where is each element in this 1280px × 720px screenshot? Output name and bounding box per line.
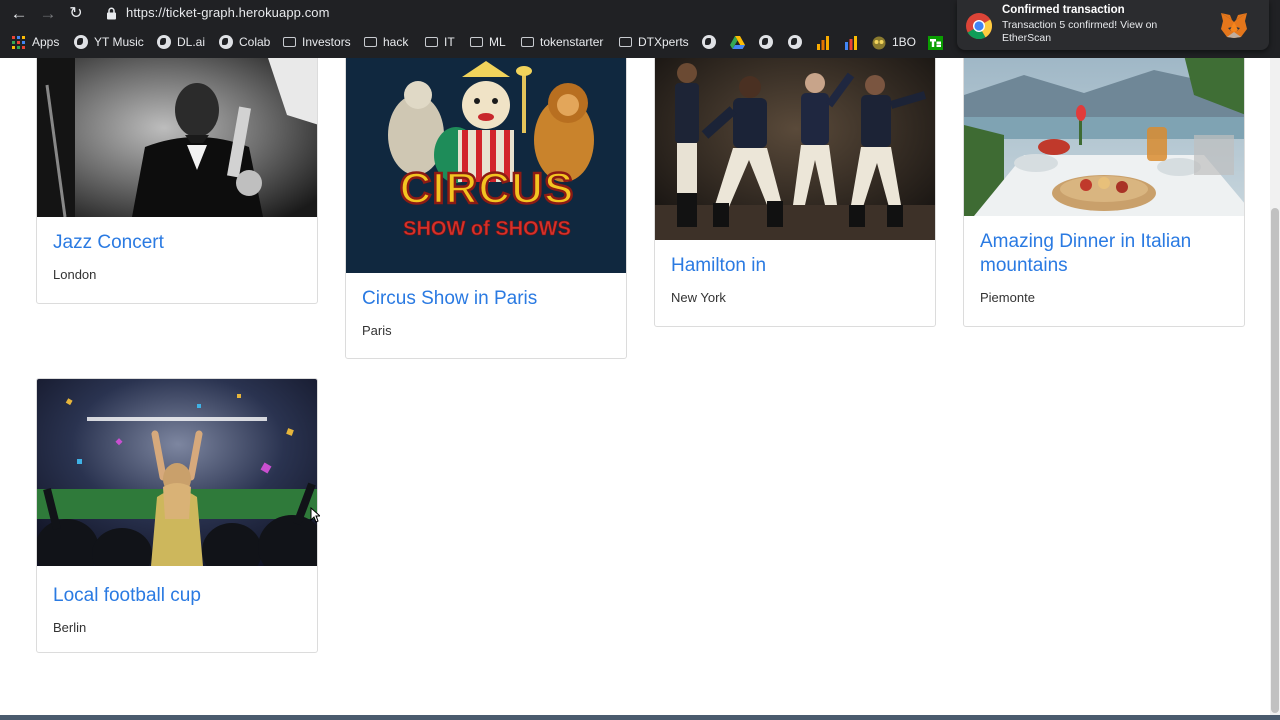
folder-icon bbox=[364, 36, 377, 47]
event-title[interactable]: Hamilton in bbox=[671, 254, 921, 278]
scrollbar-thumb[interactable] bbox=[1271, 208, 1279, 713]
event-city: Piemonte bbox=[980, 290, 1035, 305]
bookmark-label: 1BO bbox=[892, 35, 917, 49]
event-image-hamilton[interactable] bbox=[655, 58, 935, 240]
globe-icon bbox=[759, 34, 773, 49]
data-studio-icon bbox=[845, 35, 857, 50]
event-card-hamilton[interactable]: Hamilton in New York bbox=[654, 58, 936, 327]
bookmark-label: ML bbox=[489, 35, 506, 49]
bookmark-drive[interactable] bbox=[730, 32, 751, 52]
mouse-cursor-icon bbox=[310, 507, 320, 523]
event-title[interactable]: Jazz Concert bbox=[53, 231, 303, 255]
google-drive-icon bbox=[730, 36, 745, 50]
bookmark-analytics[interactable] bbox=[816, 32, 836, 52]
folder-icon bbox=[283, 36, 296, 47]
bookmark-label: YT Music bbox=[94, 35, 144, 49]
globe-icon bbox=[219, 34, 233, 49]
folder-icon bbox=[425, 36, 438, 47]
chrome-logo-icon bbox=[966, 13, 993, 40]
owl-icon bbox=[872, 36, 886, 50]
bookmark-data-studio[interactable] bbox=[844, 32, 864, 52]
address-bar[interactable]: https://ticket-graph.herokuapp.com bbox=[126, 5, 330, 20]
bookmark-label: Apps bbox=[32, 35, 60, 49]
bookmark-apps[interactable]: Apps bbox=[12, 32, 59, 52]
event-card-circus[interactable]: CIRCUS SHOW of SHOWS Circus Show in Pari… bbox=[345, 58, 627, 359]
folder-icon bbox=[619, 36, 632, 47]
bookmark-dl-ai[interactable]: DL.ai bbox=[157, 32, 205, 52]
bookmark-globe-2[interactable] bbox=[759, 32, 779, 52]
bookmark-globe-1[interactable] bbox=[702, 32, 722, 52]
bookmark-label: IT bbox=[444, 35, 455, 49]
event-city: Paris bbox=[362, 323, 392, 338]
globe-icon bbox=[74, 34, 88, 49]
apps-grid-icon bbox=[12, 35, 25, 49]
circus-poster-title: CIRCUS bbox=[400, 164, 575, 213]
globe-icon bbox=[702, 34, 716, 49]
notification-body: Transaction 5 confirmed! View on EtherSc… bbox=[1002, 19, 1158, 44]
bookmark-techcrunch[interactable] bbox=[928, 32, 949, 52]
bookmark-label: Colab bbox=[239, 35, 271, 49]
bookmark-investors[interactable]: Investors bbox=[283, 32, 351, 52]
bookmark-it[interactable]: IT bbox=[425, 32, 455, 52]
page-scrollbar[interactable] bbox=[1270, 58, 1280, 715]
event-title[interactable]: Circus Show in Paris bbox=[362, 287, 612, 311]
bookmark-1bo[interactable]: 1BO bbox=[872, 32, 916, 52]
page-footer-strip bbox=[0, 715, 1280, 720]
events-grid: Jazz Concert London CIRCUS SHOW of SHOWS… bbox=[0, 58, 1270, 715]
event-city: Berlin bbox=[53, 620, 87, 635]
event-card-jazz[interactable]: Jazz Concert London bbox=[36, 58, 318, 304]
bookmarks-bar: Apps YT Music DL.ai Colab Investors hack… bbox=[0, 29, 960, 55]
techcrunch-icon bbox=[928, 35, 943, 50]
back-arrow-icon[interactable]: ← bbox=[8, 3, 30, 25]
bookmark-label: Investors bbox=[302, 35, 351, 49]
bookmark-label: tokenstarter bbox=[540, 35, 604, 49]
circus-poster-subtitle: SHOW of SHOWS bbox=[403, 218, 571, 240]
reload-icon[interactable]: ↻ bbox=[65, 3, 87, 25]
event-title[interactable]: Local football cup bbox=[53, 584, 303, 608]
notification-toast[interactable]: Confirmed transaction Transaction 5 conf… bbox=[957, 0, 1269, 50]
event-image-circus[interactable]: CIRCUS SHOW of SHOWS bbox=[346, 58, 626, 273]
bookmark-hack[interactable]: hack bbox=[364, 32, 408, 52]
notification-title: Confirmed transaction bbox=[1002, 4, 1125, 16]
event-image-dinner[interactable] bbox=[964, 58, 1244, 216]
bookmark-dtxperts[interactable]: DTXperts bbox=[619, 32, 689, 52]
folder-icon bbox=[521, 36, 534, 47]
bookmark-ml[interactable]: ML bbox=[470, 32, 506, 52]
event-title[interactable]: Amazing Dinner in Italian mountains bbox=[980, 230, 1230, 278]
event-card-football[interactable]: Local football cup Berlin bbox=[36, 378, 318, 653]
bookmark-label: DTXperts bbox=[638, 35, 689, 49]
bookmark-globe-3[interactable] bbox=[788, 32, 808, 52]
bookmark-colab[interactable]: Colab bbox=[219, 32, 270, 52]
bookmark-yt-music[interactable]: YT Music bbox=[74, 32, 144, 52]
metamask-fox-icon bbox=[1221, 13, 1247, 38]
bookmark-label: DL.ai bbox=[177, 35, 206, 49]
globe-icon bbox=[157, 34, 171, 49]
globe-icon bbox=[788, 34, 802, 49]
bar-chart-icon bbox=[817, 35, 829, 50]
bookmark-tokenstarter[interactable]: tokenstarter bbox=[521, 32, 603, 52]
event-city: New York bbox=[671, 290, 726, 305]
forward-arrow-icon[interactable]: → bbox=[37, 3, 59, 25]
event-image-football[interactable] bbox=[37, 379, 317, 566]
lock-icon bbox=[107, 7, 116, 20]
event-card-dinner[interactable]: Amazing Dinner in Italian mountains Piem… bbox=[963, 58, 1245, 327]
event-city: London bbox=[53, 267, 97, 282]
bookmark-label: hack bbox=[383, 35, 409, 49]
event-image-jazz[interactable] bbox=[37, 58, 317, 217]
folder-icon bbox=[470, 36, 483, 47]
